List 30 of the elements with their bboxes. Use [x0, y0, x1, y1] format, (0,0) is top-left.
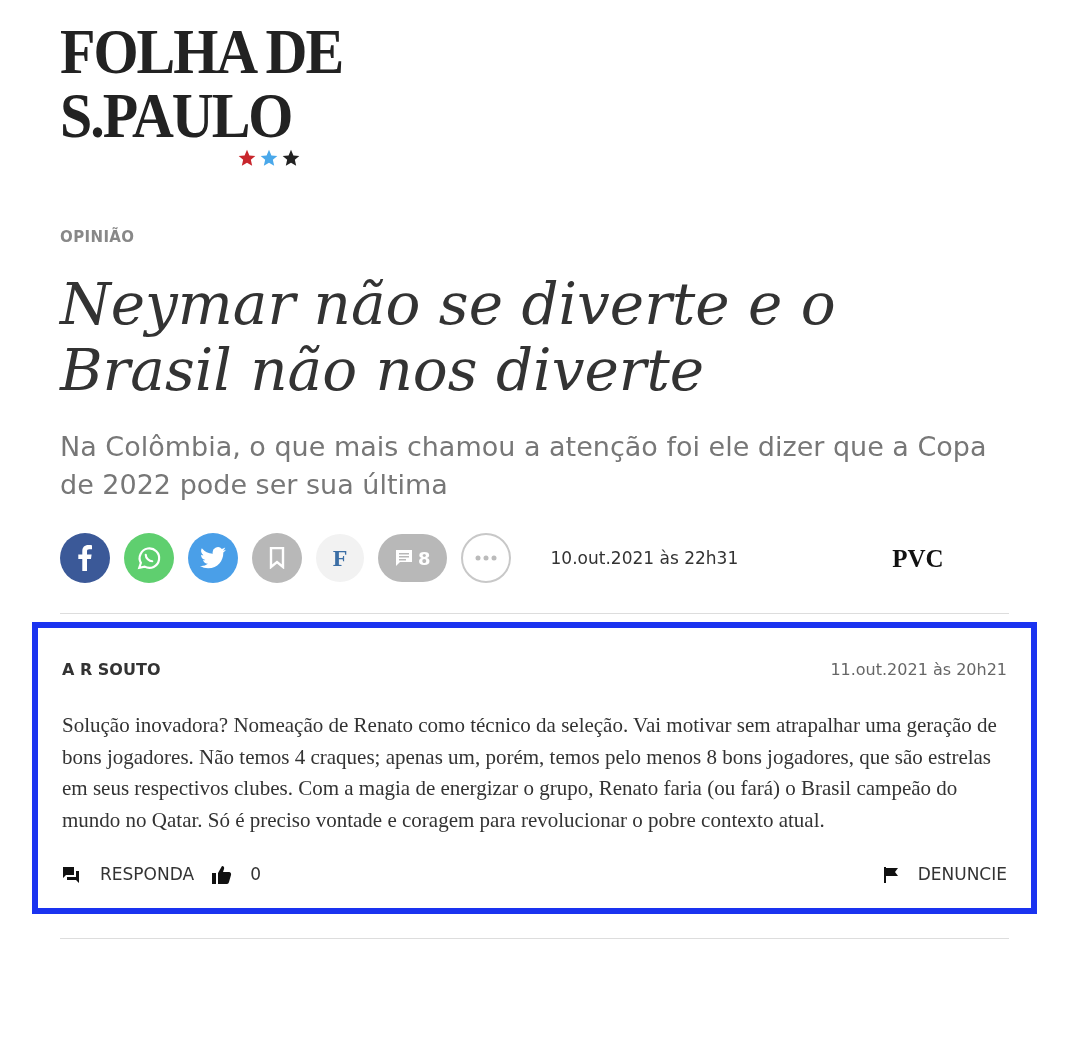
- like-count: 0: [250, 863, 261, 887]
- author-name[interactable]: PVC: [892, 539, 944, 578]
- more-icon: [474, 555, 497, 562]
- folha-button[interactable]: F: [316, 534, 364, 583]
- star-icon: [281, 148, 301, 168]
- facebook-button[interactable]: [60, 533, 110, 584]
- chat-icon: [62, 866, 80, 885]
- flag-icon: [883, 867, 898, 884]
- star-icon: [237, 148, 257, 168]
- chat-bubble-icon: [136, 545, 162, 572]
- thumbs-up-icon[interactable]: [212, 866, 233, 885]
- subheadline: Na Colômbia, o que mais chamou a atenção foi ele dizer que a Copa de 2022 pode ser sua última: [60, 429, 988, 502]
- twitter-button[interactable]: [188, 533, 238, 584]
- whatsapp-button[interactable]: [124, 533, 174, 584]
- report-button[interactable]: DENUNCIE: [917, 862, 1007, 888]
- star-icon: [259, 148, 279, 168]
- comment-time: 11.out.2021 às 20h21: [830, 659, 1007, 682]
- headline: Neymar não se diverte e o Brasil não nos diverte: [60, 270, 837, 404]
- bookmark-icon: [269, 547, 285, 570]
- more-button[interactable]: [460, 533, 511, 584]
- facebook-icon: [78, 545, 92, 572]
- reply-button[interactable]: RESPONDA: [100, 862, 195, 888]
- section-label[interactable]: OPINIÃO: [60, 226, 1009, 249]
- bird-icon: [200, 547, 226, 570]
- publish-date: 10.out.2021 às 22h31: [550, 546, 739, 570]
- bookmark-button[interactable]: [252, 533, 302, 584]
- comment-icon: [394, 548, 414, 569]
- logo[interactable]: FOLHA DE S.PAULO: [60, 20, 500, 148]
- comment-text: Solução inovadora? Nomeação de Renato como técnico da seleção. Vai motivar sem atrapalhar uma geração de bons jogadores. Não temos 4 craques; apenas um, porém, temos pelo menos 8 bons jogadores, que são estrelas em seus respectivos clubes. Com a magia de energizar o grupo, Renato faria (ou fará) o Brasil campeão do mundo no Qatar. Só é preciso vontade e coragem para revolucionar o pobre contexto atual.: [62, 712, 998, 834]
- comment-author: A R SOUTO: [62, 659, 161, 682]
